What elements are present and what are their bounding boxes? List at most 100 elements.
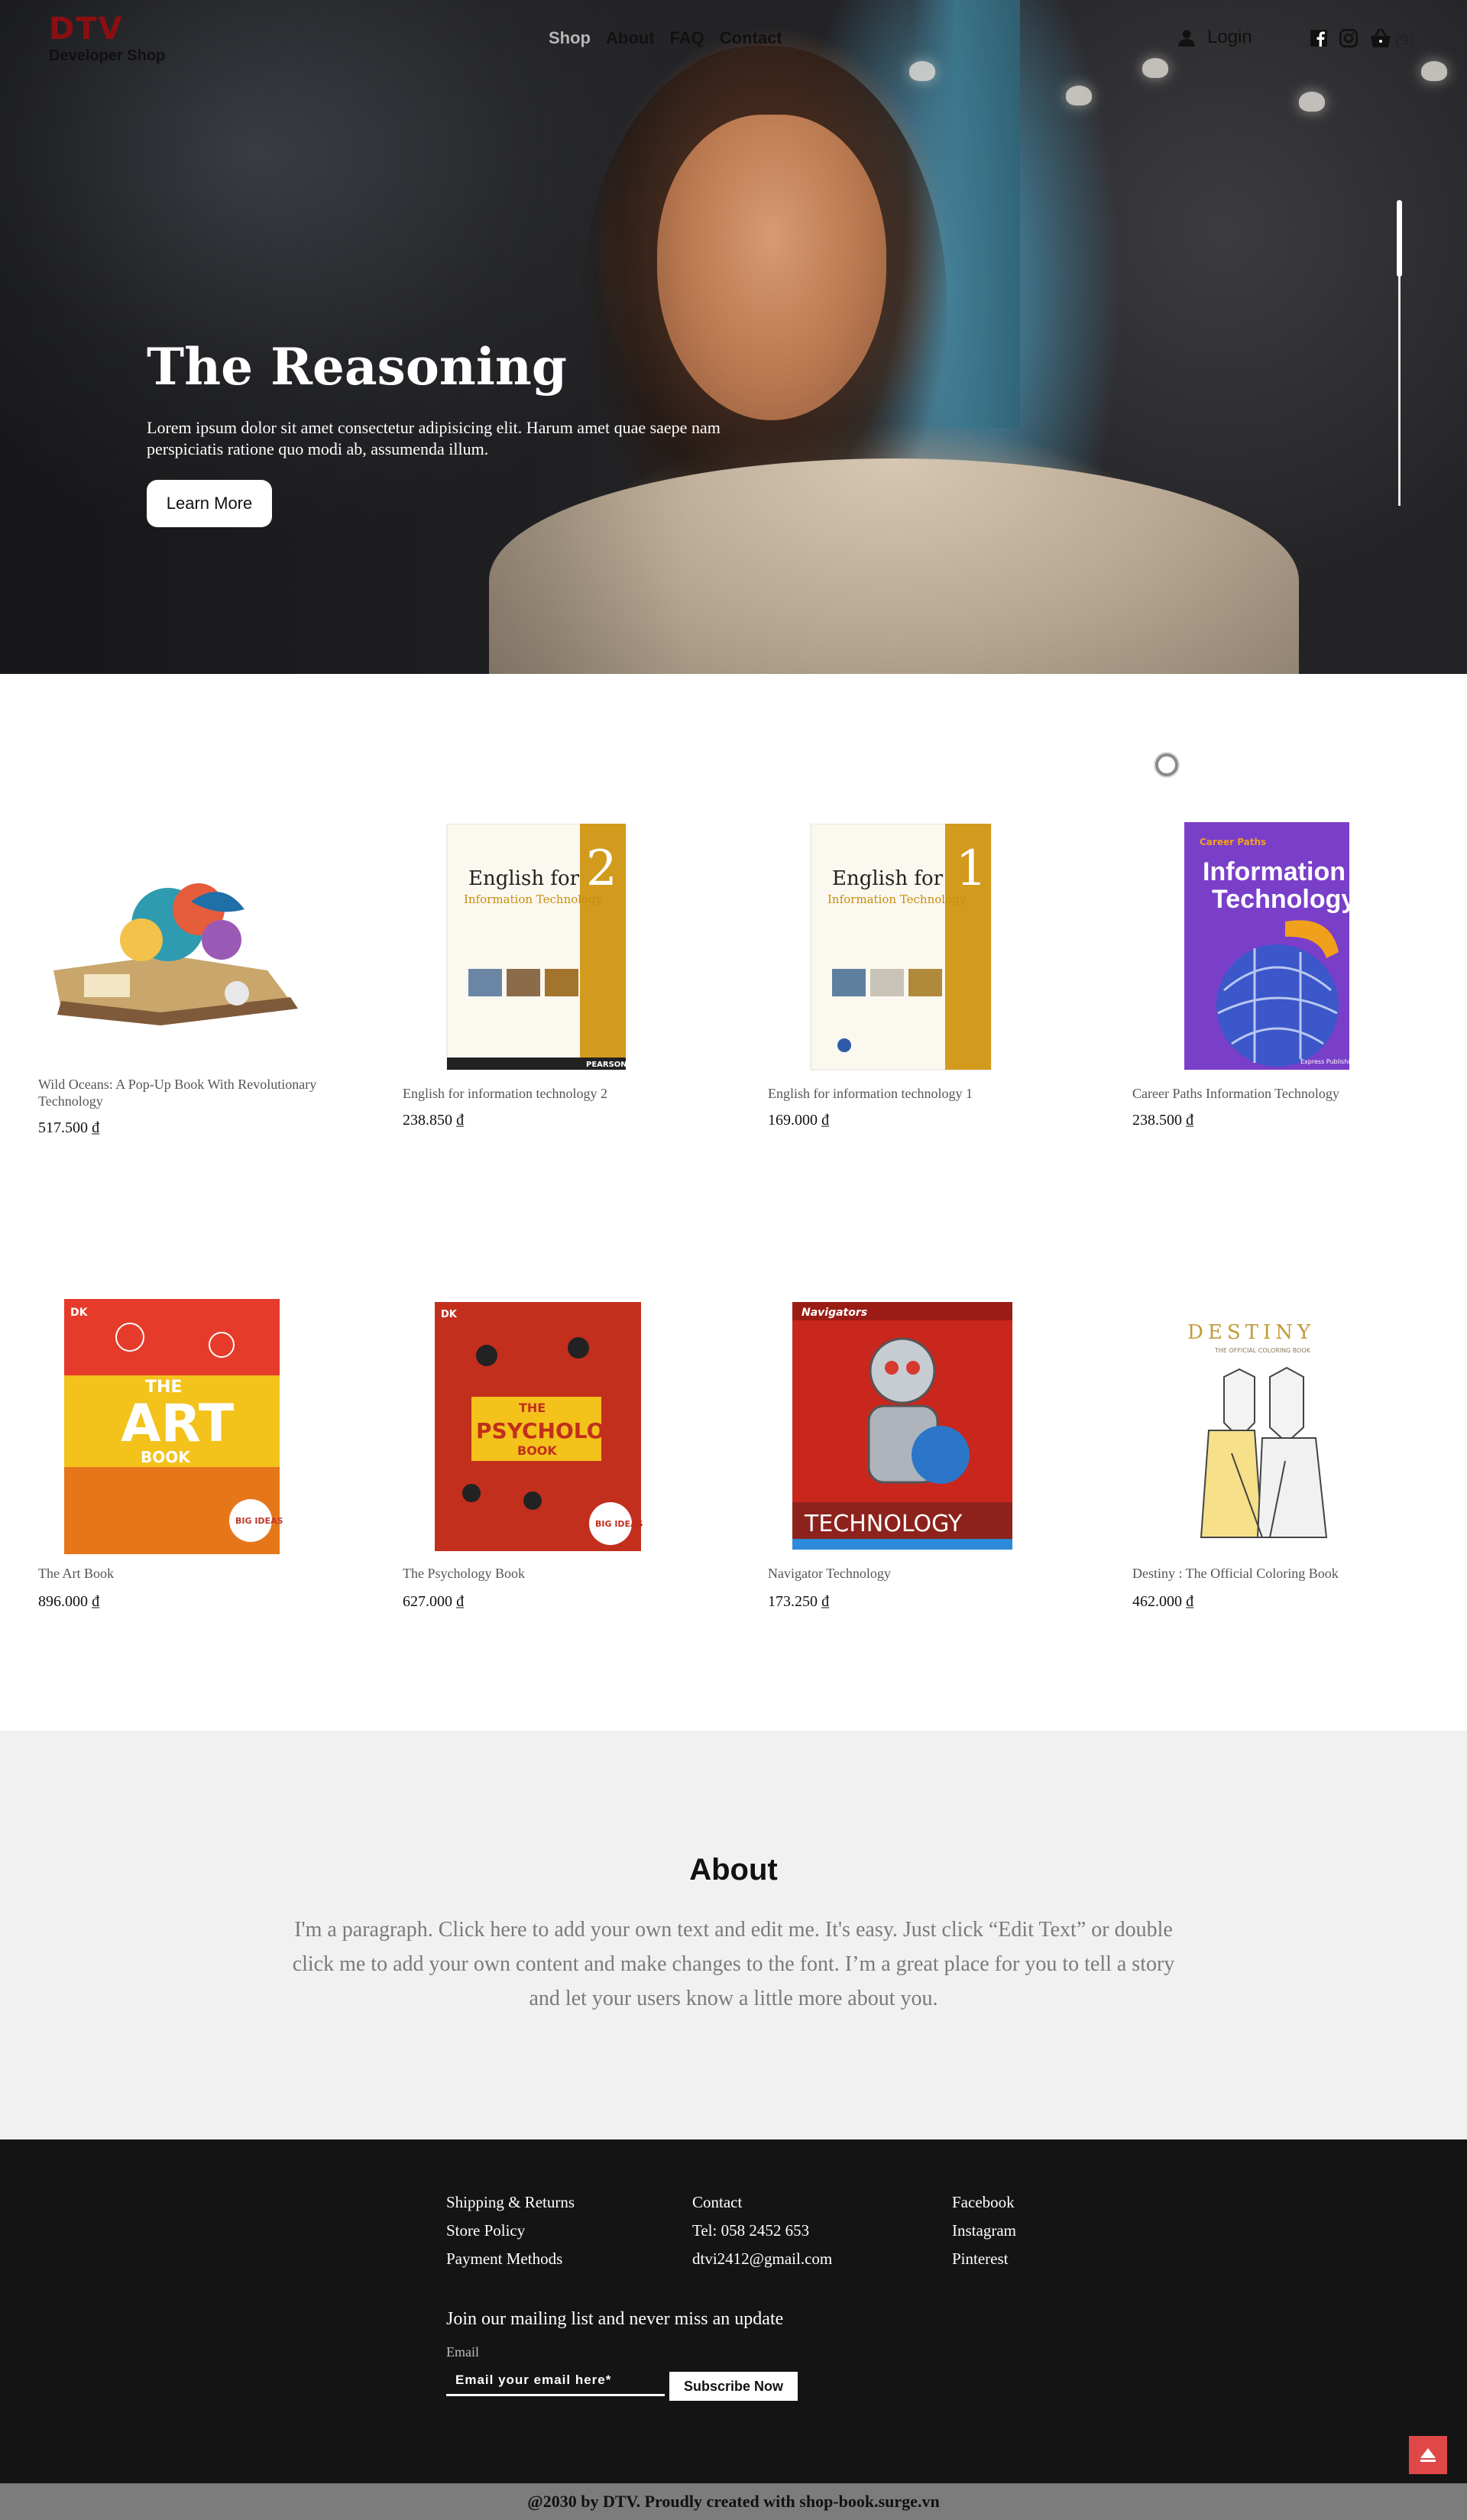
learn-more-button[interactable]: Learn More	[147, 480, 272, 527]
login-button[interactable]: Login	[1177, 26, 1252, 49]
product-price: 896.000 ₫	[38, 1593, 100, 1610]
product-card[interactable]: Navigators TECHNOLOGY Navigator Technolo…	[768, 1299, 1074, 1620]
product-image-english-it-1[interactable]: 1 English for Information Technology	[768, 824, 1074, 1083]
footer-email[interactable]: dtvi2412@gmail.com	[692, 2245, 832, 2273]
cover-brand: DK	[70, 1307, 89, 1319]
product-price: 462.000 ₫	[1132, 1593, 1194, 1610]
product-card[interactable]: 1 English for Information Technology Eng…	[768, 818, 1074, 1139]
footer-phone: Tel: 058 2452 653	[692, 2221, 810, 2240]
product-price: 173.250 ₫	[768, 1593, 830, 1610]
arrow-up-icon	[1420, 2448, 1436, 2462]
hero-bg-lamp	[1066, 86, 1092, 105]
footer-contact-title[interactable]: Contact	[692, 2188, 832, 2217]
hero-title: The Reasoning	[147, 337, 568, 397]
cart-count: (9)	[1395, 32, 1414, 49]
hero-bg-lamp	[1299, 92, 1325, 112]
footer-link-pinterest[interactable]: Pinterest	[952, 2245, 1016, 2273]
mailing-list-title: Join our mailing list and never miss an …	[446, 2309, 784, 2329]
site-footer: Shipping & Returns Store Policy Payment …	[0, 2139, 1467, 2483]
product-card[interactable]: DESTINY THE OFFICIAL COLORING BOOK Desti…	[1132, 1299, 1438, 1620]
hero-photo-face	[657, 115, 886, 420]
basket-icon[interactable]	[1369, 28, 1392, 49]
cover-title: TECHNOLOGY	[804, 1511, 963, 1537]
nav-item-contact[interactable]: Contact	[720, 28, 782, 49]
product-price: 517.500 ₫	[38, 1119, 100, 1136]
product-image-navigator-technology[interactable]: Navigators TECHNOLOGY	[768, 1302, 1074, 1562]
product-card[interactable]: Career Paths Information Technology Expr…	[1132, 818, 1438, 1139]
login-label: Login	[1207, 27, 1252, 47]
email-input[interactable]	[446, 2366, 665, 2396]
cover-line1: English for	[832, 867, 944, 890]
product-image-art-book[interactable]: DK THE ART BOOK BIG IDEAS	[38, 1299, 344, 1559]
cover-publisher: PEARSON	[586, 1061, 627, 1069]
cover-big2: PSYCHOLOGY	[476, 1418, 638, 1443]
cover-brand: Navigators	[802, 1307, 867, 1319]
product-name[interactable]: English for information technology 2	[403, 1085, 693, 1102]
subscribe-button[interactable]: Subscribe Now	[669, 2372, 798, 2401]
cover-badge: BIG IDEAS	[595, 1519, 643, 1529]
hero-slider-thumb[interactable]	[1397, 200, 1402, 277]
product-card[interactable]: 2 English for Information Technology PEA…	[403, 818, 708, 1139]
cover-title2: Technology	[1212, 885, 1355, 914]
instagram-icon[interactable]	[1339, 28, 1359, 48]
product-name[interactable]: Career Paths Information Technology	[1132, 1085, 1423, 1102]
product-card[interactable]: DK THE ART BOOK BIG IDEAS The Art Book 8…	[38, 1299, 344, 1620]
cover-line2: Information Technology	[827, 892, 967, 906]
user-icon	[1178, 30, 1195, 47]
footer-col-contact: Contact Tel: 058 2452 653 dtvi2412@gmail…	[692, 2188, 832, 2273]
brand-tagline: Developer Shop	[49, 47, 166, 64]
product-image-wild-oceans[interactable]	[38, 818, 344, 1077]
loading-spinner	[1155, 753, 1178, 776]
product-name[interactable]: The Art Book	[38, 1565, 329, 1582]
copyright-bar: @2030 by DTV. Proudly created with shop-…	[0, 2483, 1467, 2520]
product-name[interactable]: Navigator Technology	[768, 1565, 1058, 1582]
footer-col-social: Facebook Instagram Pinterest	[952, 2188, 1016, 2273]
back-to-top-button[interactable]	[1409, 2436, 1447, 2474]
cover-title1: Information	[1203, 857, 1346, 886]
footer-link-payment[interactable]: Payment Methods	[446, 2245, 575, 2273]
cover-big3: BOOK	[141, 1448, 191, 1466]
product-price: 238.500 ₫	[1132, 1112, 1194, 1129]
product-card[interactable]: Wild Oceans: A Pop-Up Book With Revoluti…	[38, 818, 344, 1154]
product-image-psychology-book[interactable]: DK THE PSYCHOLOGY BOOK BIG IDEAS	[403, 1302, 708, 1562]
about-title: About	[689, 1853, 778, 1887]
product-name[interactable]: Destiny : The Official Coloring Book	[1132, 1565, 1423, 1582]
nav-item-about[interactable]: About	[606, 28, 655, 49]
cover-big2: ART	[121, 1394, 235, 1454]
product-image-destiny-coloring[interactable]: DESTINY THE OFFICIAL COLORING BOOK	[1132, 1300, 1438, 1560]
product-image-english-it-2[interactable]: 2 English for Information Technology PEA…	[403, 824, 708, 1083]
cover-subtitle: THE OFFICIAL COLORING BOOK	[1214, 1347, 1311, 1354]
product-price: 627.000 ₫	[403, 1593, 465, 1610]
email-label: Email	[446, 2344, 479, 2360]
product-price: 238.850 ₫	[403, 1112, 465, 1129]
product-card[interactable]: DK THE PSYCHOLOGY BOOK BIG IDEAS The Psy…	[403, 1299, 708, 1620]
cover-big1: THE	[519, 1401, 546, 1415]
header-icons: (9)	[1310, 26, 1414, 50]
product-image-career-paths[interactable]: Career Paths Information Technology Expr…	[1132, 822, 1438, 1082]
hero-banner: The Reasoning Lorem ipsum dolor sit amet…	[0, 0, 1467, 674]
footer-link-instagram[interactable]: Instagram	[952, 2217, 1016, 2245]
nav-item-shop[interactable]: Shop	[549, 28, 591, 49]
facebook-icon[interactable]	[1310, 29, 1328, 47]
footer-link-facebook[interactable]: Facebook	[952, 2188, 1016, 2217]
brand-logo-mark: DTV	[49, 11, 124, 47]
footer-link-shipping[interactable]: Shipping & Returns	[446, 2188, 575, 2217]
cover-title: DESTINY	[1187, 1321, 1315, 1344]
cover-badge: Career Paths	[1200, 837, 1266, 847]
brand-logo[interactable]: DTV Developer Shop	[49, 14, 165, 64]
about-section: About I'm a paragraph. Click here to add…	[0, 1731, 1467, 2139]
cover-number: 1	[956, 841, 987, 897]
cover-big3: BOOK	[517, 1443, 557, 1458]
main-nav: Shop About FAQ Contact	[549, 28, 782, 49]
product-price: 169.000 ₫	[768, 1112, 830, 1129]
nav-item-faq[interactable]: FAQ	[670, 28, 704, 49]
cover-brand: DK	[441, 1309, 458, 1320]
cover-badge: BIG IDEAS	[235, 1516, 283, 1526]
product-name[interactable]: The Psychology Book	[403, 1565, 693, 1582]
footer-col-policies: Shipping & Returns Store Policy Payment …	[446, 2188, 575, 2273]
cover-publisher: Express Publishing	[1300, 1058, 1358, 1065]
product-name[interactable]: English for information technology 1	[768, 1085, 1058, 1102]
product-name[interactable]: Wild Oceans: A Pop-Up Book With Revoluti…	[38, 1076, 329, 1109]
site-header: DTV Developer Shop Shop About FAQ Contac…	[0, 0, 1467, 76]
footer-link-store-policy[interactable]: Store Policy	[446, 2217, 575, 2245]
